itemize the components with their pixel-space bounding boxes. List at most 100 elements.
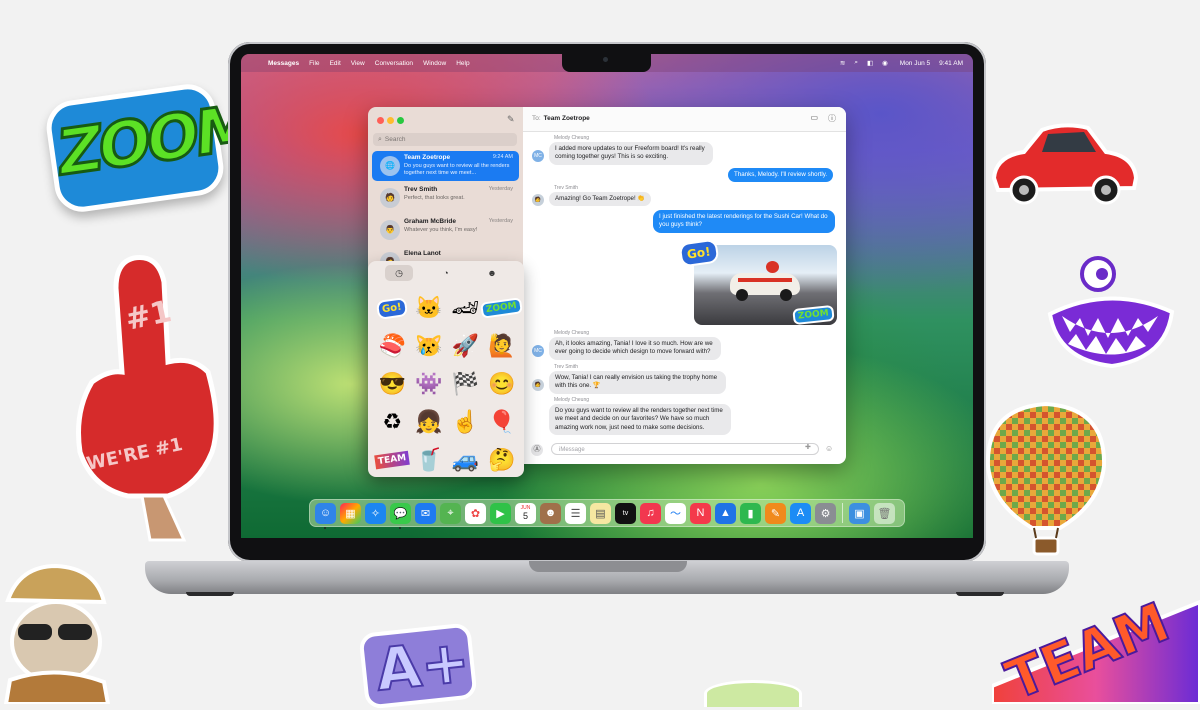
imessage-input[interactable]: iMessage [551,443,819,455]
sticker-foam-finger[interactable]: ☝ [447,403,484,441]
sticker-drink[interactable]: 🥤 [411,441,448,479]
finder-icon[interactable]: ☺ [315,502,336,524]
conversation-name: Elena Lanot [404,250,441,257]
zoom-sticker: ZOOM [43,80,255,216]
menu-edit[interactable]: Edit [330,60,341,67]
effects-icon[interactable]: ✚ [805,443,811,451]
camera [603,57,608,62]
message-bubble-incoming[interactable]: Do you guys want to review all the rende… [549,404,731,436]
avatar: 🌐 [380,156,400,176]
sticker-memoji-wave[interactable]: 🙋 [484,327,521,365]
sticker-zoom[interactable]: ZOOM [480,289,524,327]
wifi-icon[interactable]: ≋ [840,59,845,67]
sticker-sushi[interactable]: 🍣 [374,327,411,365]
sticker-go[interactable]: Go! [374,289,411,327]
emoji-icon[interactable]: ☺ [825,444,833,453]
menu-help[interactable]: Help [456,60,469,67]
sticker-team[interactable]: TEAM [374,441,411,479]
music-icon[interactable]: ♫ [640,502,661,524]
safari-icon[interactable]: ✧ [365,502,386,524]
memoji-stickers-icon[interactable]: ☻ [478,265,506,281]
message-bubble-outgoing[interactable]: Thanks, Melody. I'll review shortly. [728,168,834,183]
cat-with-sunglasses-sticker [3,563,110,704]
search-icon: ⌕ [378,135,382,143]
sticker-rocket-car[interactable]: 🚀 [447,327,484,365]
calendar-icon[interactable]: JUN 5 [515,502,536,524]
pages-icon[interactable]: ✎ [765,502,786,524]
app-store-icon[interactable]: Ⓐ [531,444,543,456]
sticker-cat-hat[interactable]: 🐱 [411,289,448,327]
laptop-foot [956,592,1004,596]
freeform-icon[interactable]: 〜 [665,502,686,524]
maps-icon[interactable]: ⌖ [440,502,461,524]
message-input-row: Ⓐ iMessage ✚ ☺ [523,440,846,460]
laptop-foot [186,592,234,596]
message-bubble-incoming[interactable]: Ah, it looks amazing, Tania! I love it s… [549,337,721,360]
menu-bar-time[interactable]: 9:41 AM [939,60,963,67]
search-icon[interactable]: ⌕ [854,59,858,67]
mail-icon[interactable]: ✉ [415,502,436,524]
conversation-time: Yesterday [488,186,513,192]
sticker-blue-car[interactable]: 🚙 [447,441,484,479]
control-center-icon[interactable]: ◧ [867,59,873,67]
menu-app-messages[interactable]: Messages [268,60,299,67]
message-bubble-incoming[interactable]: Amazing! Go Team Zoetrope! 👏 [549,192,652,207]
compose-icon[interactable]: ✎ [507,114,515,125]
numbers-icon[interactable]: ▮ [740,502,761,524]
downloads-folder-icon[interactable]: ▣ [849,502,870,524]
sticker-recycle[interactable]: ♻ [374,403,411,441]
close-window-button[interactable] [377,117,384,124]
conversation-item[interactable]: 🧑 Trev Smith Yesterday Perfect, that loo… [372,183,519,213]
search-field[interactable]: ⌕ Search [373,133,517,146]
avatar: 👨 [380,220,400,240]
sticker-hot-air-balloon[interactable]: 🎈 [484,403,521,441]
avatar: 🧑 [532,194,544,206]
launchpad-icon[interactable]: ▦ [340,502,361,524]
menu-view[interactable]: View [351,60,365,67]
contacts-icon[interactable]: ☻ [540,502,561,524]
siri-icon[interactable]: ◉ [882,59,888,67]
facetime-icon[interactable]: ▶ [490,502,511,524]
recipient-field[interactable]: To: Team Zoetrope [532,115,590,122]
apple-tv-icon[interactable]: tv [615,502,636,524]
news-icon[interactable]: N [690,502,711,524]
photos-icon[interactable]: ✿ [465,502,486,524]
sticker-cat-sunglasses[interactable]: 😎 [374,365,411,403]
sticker-category-icon[interactable]: ◔ [432,265,460,281]
sticker-checkered-flag[interactable]: 🏁 [447,365,484,403]
conversation-name: Graham McBride [404,218,457,225]
message-bubble-incoming[interactable]: I added more updates to our Freeform boa… [549,142,713,165]
notes-icon[interactable]: ▤ [590,502,611,524]
sticker-zoom-label: ZOOM [480,297,524,319]
messages-icon[interactable]: 💬 [390,502,411,524]
minimize-window-button[interactable] [387,117,394,124]
conversation-item[interactable]: 🌐 Team Zoetrope 9:24 AM Do you guys want… [372,151,519,181]
zoom-window-button[interactable] [397,117,404,124]
sticker-monster-mouth[interactable]: 👾 [411,365,448,403]
sticker-memoji-girl[interactable]: 👧 [411,403,448,441]
video-call-icon[interactable]: ▭ [810,113,818,122]
trash-icon[interactable]: 🗑 [874,502,895,524]
sticker-race-car[interactable]: 🏎 [447,289,484,327]
system-settings-icon[interactable]: ⚙ [815,502,836,524]
message-bubble-outgoing[interactable]: I just finished the latest renderings fo… [653,210,835,233]
sticker-memoji-smile[interactable]: 😊 [484,365,521,403]
conversation-preview: Do you guys want to review all the rende… [404,163,510,176]
menu-conversation[interactable]: Conversation [375,60,413,67]
info-icon[interactable]: ⓘ [828,113,836,124]
keynote-icon[interactable]: ▲ [715,502,736,524]
menu-bar-date[interactable]: Mon Jun 5 [900,60,930,67]
to-label: To: [532,115,541,122]
a-plus-sticker: A+ [358,622,478,710]
conversation-time: 9:24 AM [492,154,513,160]
search-placeholder: Search [384,136,406,143]
conversation-item[interactable]: 👨 Graham McBride Yesterday Whatever you … [372,215,519,245]
menu-file[interactable]: File [309,60,319,67]
menu-window[interactable]: Window [423,60,446,67]
recent-stickers-icon[interactable]: ◷ [385,265,413,281]
sticker-cat-face[interactable]: 😿 [411,327,448,365]
app-store-icon[interactable]: A [790,502,811,524]
sticker-memoji-thinking[interactable]: 🤔 [484,441,521,479]
reminders-icon[interactable]: ☰ [565,502,586,524]
message-bubble-incoming[interactable]: Wow, Tania! I can really envision us tak… [549,371,726,394]
